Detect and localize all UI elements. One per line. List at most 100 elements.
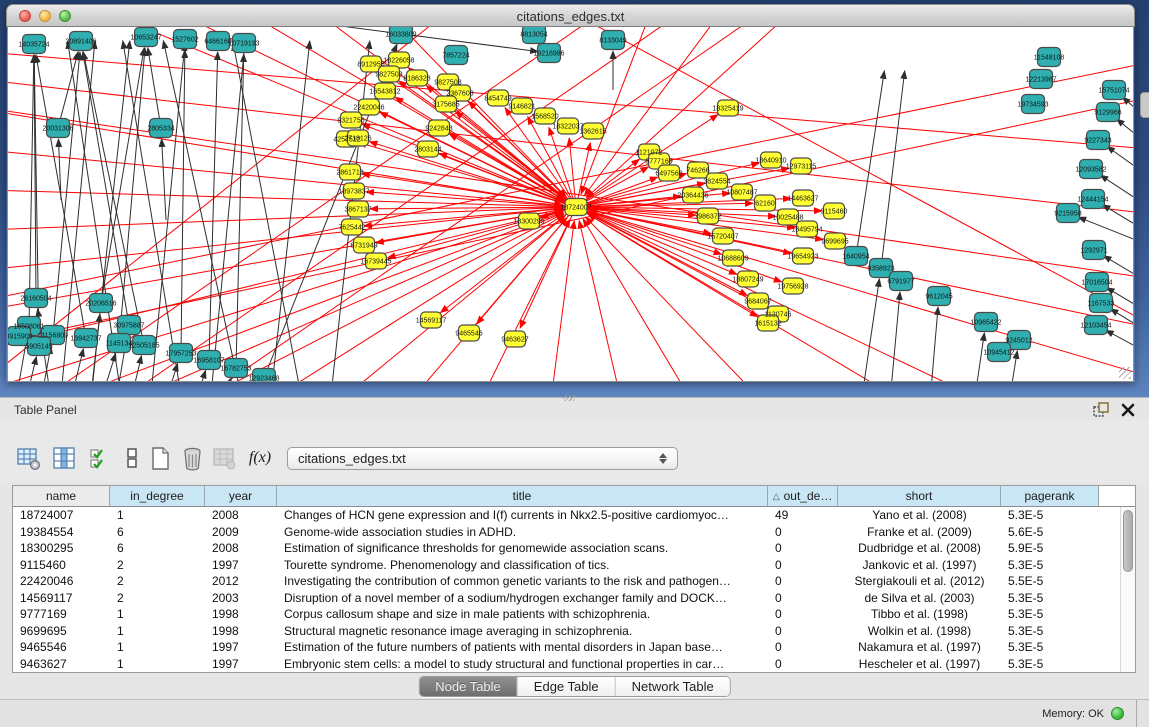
cell-short[interactable]: Franke et al. (2009) (838, 524, 1001, 541)
cell-pagerank[interactable]: 5.3E-5 (1001, 656, 1099, 673)
column-header-pagerank[interactable]: pagerank (1001, 486, 1099, 506)
table-row[interactable]: 2242004622012Investigating the contribut… (13, 573, 1120, 590)
cell-name[interactable]: 19384554 (13, 524, 110, 541)
cell-out_degree[interactable]: 0 (768, 623, 838, 640)
table-row[interactable]: 969969511998Structural magnetic resonanc… (13, 623, 1120, 640)
citation-network-graph[interactable]: 1403572420891406106532471527602646616010… (8, 27, 1134, 382)
cell-in_degree[interactable]: 1 (110, 639, 205, 656)
column-header-in_degree[interactable]: in_degree (110, 486, 205, 506)
cell-in_degree[interactable]: 2 (110, 573, 205, 590)
cell-pagerank[interactable]: 5.3E-5 (1001, 639, 1099, 656)
table-row[interactable]: 946362711997Embryonic stem cells: a mode… (13, 656, 1120, 673)
cell-year[interactable]: 2009 (205, 524, 277, 541)
cell-title[interactable]: Estimation of the future numbers of pati… (277, 639, 768, 656)
column-visibility-icon[interactable] (50, 444, 78, 472)
column-select-icon[interactable] (86, 444, 114, 472)
cell-year[interactable]: 1997 (205, 656, 277, 673)
cell-out_degree[interactable]: 0 (768, 606, 838, 623)
tab-edge-table[interactable]: Edge Table (518, 677, 616, 696)
cell-short[interactable]: Stergiakouli et al. (2012) (838, 573, 1001, 590)
cell-in_degree[interactable]: 1 (110, 507, 205, 524)
column-header-short[interactable]: short (838, 486, 1001, 506)
cell-out_degree[interactable]: 0 (768, 540, 838, 557)
cell-in_degree[interactable]: 2 (110, 590, 205, 607)
cell-out_degree[interactable]: 0 (768, 590, 838, 607)
cell-year[interactable]: 1997 (205, 639, 277, 656)
cell-name[interactable]: 18724007 (13, 507, 110, 524)
function-builder-icon[interactable]: f(x) (246, 444, 274, 472)
create-column-icon[interactable] (146, 444, 174, 472)
cell-title[interactable]: Investigating the contribution of common… (277, 573, 768, 590)
cell-name[interactable]: 22420046 (13, 573, 110, 590)
cell-short[interactable]: Yano et al. (2008) (838, 507, 1001, 524)
cell-year[interactable]: 1997 (205, 557, 277, 574)
cell-short[interactable]: Dudbridge et al. (2008) (838, 540, 1001, 557)
cell-short[interactable]: de Silva et al. (2003) (838, 590, 1001, 607)
cell-in_degree[interactable]: 1 (110, 606, 205, 623)
cell-year[interactable]: 2008 (205, 540, 277, 557)
window-titlebar[interactable]: citations_edges.txt (6, 4, 1135, 27)
cell-short[interactable]: Hescheler et al. (1997) (838, 656, 1001, 673)
table-row[interactable]: 1456911722003Disruption of a novel membe… (13, 590, 1120, 607)
table-row[interactable]: 911546021997Tourette syndrome. Phenomeno… (13, 557, 1120, 574)
cell-title[interactable]: Genome-wide association studies in ADHD. (277, 524, 768, 541)
cell-pagerank[interactable]: 5.3E-5 (1001, 557, 1099, 574)
tab-network-table[interactable]: Network Table (616, 677, 730, 696)
cell-pagerank[interactable]: 5.9E-5 (1001, 540, 1099, 557)
network-canvas[interactable]: 1403572420891406106532471527602646616010… (7, 27, 1134, 382)
cell-title[interactable]: Disruption of a novel member of a sodium… (277, 590, 768, 607)
table-row[interactable]: 977716911998Corpus callosum shape and si… (13, 606, 1120, 623)
cell-year[interactable]: 1998 (205, 606, 277, 623)
cell-short[interactable]: Tibbo et al. (1998) (838, 606, 1001, 623)
cell-title[interactable]: Tourette syndrome. Phenomenology and cla… (277, 557, 768, 574)
cell-in_degree[interactable]: 2 (110, 557, 205, 574)
table-selector-dropdown[interactable]: citations_edges.txt (287, 447, 678, 470)
cell-year[interactable]: 2008 (205, 507, 277, 524)
cell-year[interactable]: 2012 (205, 573, 277, 590)
column-header-title[interactable]: title (277, 486, 768, 506)
cell-title[interactable]: Corpus callosum shape and size in male p… (277, 606, 768, 623)
table-row[interactable]: 1872400712008Changes of HCN gene express… (13, 507, 1120, 524)
table-vertical-scrollbar[interactable] (1120, 507, 1135, 672)
column-header-name[interactable]: name (13, 486, 110, 506)
cell-out_degree[interactable]: 0 (768, 639, 838, 656)
cell-in_degree[interactable]: 6 (110, 540, 205, 557)
cell-out_degree[interactable]: 0 (768, 656, 838, 673)
cell-out_degree[interactable]: 49 (768, 507, 838, 524)
cell-out_degree[interactable]: 0 (768, 573, 838, 590)
cell-short[interactable]: Wolkin et al. (1998) (838, 623, 1001, 640)
column-header-year[interactable]: year (205, 486, 277, 506)
cell-name[interactable]: 9463627 (13, 656, 110, 673)
cell-name[interactable]: 9465546 (13, 639, 110, 656)
table-row[interactable]: 946554611997Estimation of the future num… (13, 639, 1120, 656)
cell-in_degree[interactable]: 1 (110, 656, 205, 673)
cell-pagerank[interactable]: 5.6E-5 (1001, 524, 1099, 541)
cell-year[interactable]: 1998 (205, 623, 277, 640)
delete-column-icon[interactable] (178, 444, 206, 472)
memory-ok-icon[interactable] (1111, 707, 1124, 720)
cell-title[interactable]: Structural magnetic resonance image aver… (277, 623, 768, 640)
cell-pagerank[interactable]: 5.3E-5 (1001, 606, 1099, 623)
cell-pagerank[interactable]: 5.3E-5 (1001, 590, 1099, 607)
splitter-grip[interactable] (563, 395, 575, 401)
cell-name[interactable]: 18300295 (13, 540, 110, 557)
cell-pagerank[interactable]: 5.3E-5 (1001, 623, 1099, 640)
cell-title[interactable]: Changes of HCN gene expression and I(f) … (277, 507, 768, 524)
column-header-out_degree[interactable]: △out_de… (768, 486, 838, 506)
cell-in_degree[interactable]: 1 (110, 623, 205, 640)
scrollbar-thumb[interactable] (1123, 510, 1133, 572)
delete-table-icon[interactable] (210, 444, 238, 472)
cell-name[interactable]: 14569117 (13, 590, 110, 607)
cell-title[interactable]: Embryonic stem cells: a model to study s… (277, 656, 768, 673)
cell-name[interactable]: 9115460 (13, 557, 110, 574)
row-style-icon[interactable] (118, 444, 146, 472)
cell-name[interactable]: 9699695 (13, 623, 110, 640)
cell-in_degree[interactable]: 6 (110, 524, 205, 541)
cell-name[interactable]: 9777169 (13, 606, 110, 623)
cell-out_degree[interactable]: 0 (768, 557, 838, 574)
cell-year[interactable]: 2003 (205, 590, 277, 607)
table-row[interactable]: 1830029562008Estimation of significance … (13, 540, 1120, 557)
cell-out_degree[interactable]: 0 (768, 524, 838, 541)
cell-title[interactable]: Estimation of significance thresholds fo… (277, 540, 768, 557)
cell-short[interactable]: Jankovic et al. (1997) (838, 557, 1001, 574)
